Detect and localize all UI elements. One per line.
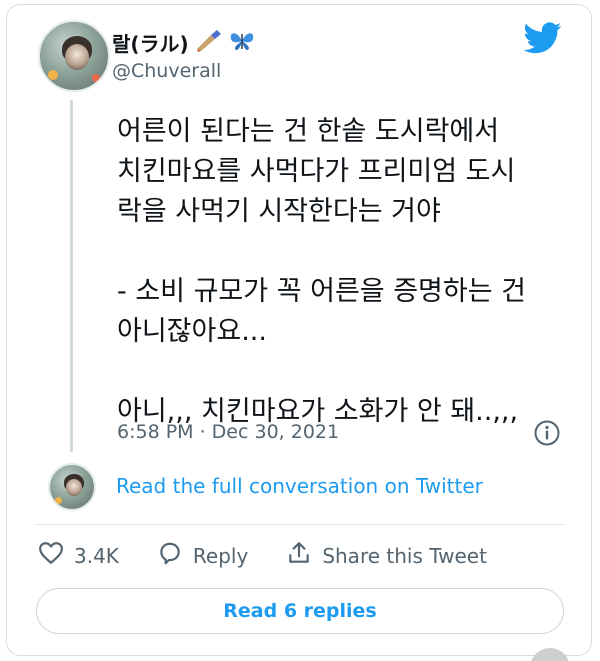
tweet-timestamp[interactable]: 6:58 PM · Dec 30, 2021 <box>117 421 339 443</box>
action-bar: 3.4K Reply Share this Tweet <box>38 540 525 571</box>
share-button[interactable]: Share this Tweet <box>286 540 487 571</box>
thread-line <box>70 100 73 452</box>
heart-icon <box>38 540 64 571</box>
share-label: Share this Tweet <box>322 543 487 568</box>
tweet-text: 어른이 된다는 건 한솥 도시락에서 치킨마요를 사먹다가 프리미엄 도시 락을… <box>117 116 526 427</box>
info-icon[interactable] <box>533 419 561 447</box>
author-display-name[interactable]: 랄(ラル) <box>112 28 189 57</box>
read-replies-label: Read 6 replies <box>223 600 377 622</box>
paintbrush-icon <box>195 29 223 57</box>
reply-label: Reply <box>192 543 249 568</box>
reply-bubble-icon <box>157 540 183 571</box>
divider <box>36 524 564 525</box>
conversation-avatar[interactable] <box>48 463 96 511</box>
like-count: 3.4K <box>74 543 119 568</box>
twitter-bird-icon[interactable] <box>523 22 562 54</box>
reply-button[interactable]: Reply <box>157 540 248 571</box>
author-avatar[interactable] <box>38 20 110 92</box>
read-full-conversation-link[interactable]: Read the full conversation on Twitter <box>116 474 483 498</box>
butterfly-icon <box>229 30 255 56</box>
read-replies-button[interactable]: Read 6 replies <box>36 588 564 634</box>
author-handle[interactable]: @Chuverall <box>112 60 221 82</box>
author-name-row: 랄(ラル) <box>112 28 255 57</box>
like-button[interactable]: 3.4K <box>38 540 119 571</box>
share-icon <box>286 540 312 571</box>
